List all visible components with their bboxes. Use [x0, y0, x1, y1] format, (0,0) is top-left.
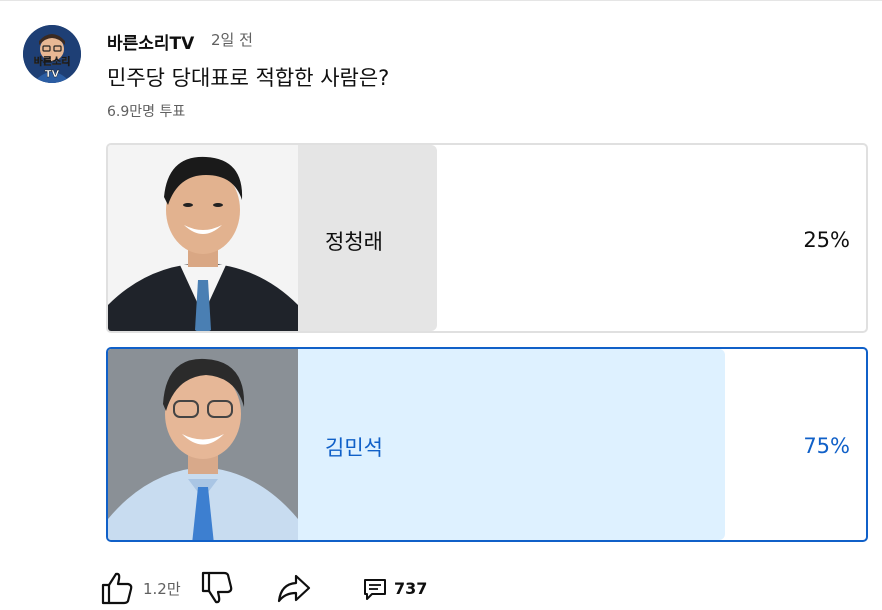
thumbs-down-icon: [201, 571, 233, 604]
option-label-1: 정청래: [325, 230, 383, 254]
channel-avatar[interactable]: 바른소리 TV: [23, 25, 81, 83]
comment-icon: [364, 579, 386, 600]
avatar-illustration: 바른소리 TV: [23, 25, 81, 83]
poll-question: 민주당 당대표로 적합한 사람은?: [107, 66, 390, 90]
option-label-2: 김민석: [325, 436, 383, 460]
comment-count[interactable]: 737: [394, 579, 427, 598]
vote-count: 6.9만명 투표: [107, 104, 186, 120]
thumbs-up-icon: [101, 572, 133, 605]
action-bar: 1.2만 737: [100, 570, 520, 610]
svg-text:바른소리: 바른소리: [34, 55, 71, 68]
poll-option-2[interactable]: 김민석 75%: [106, 347, 868, 542]
like-count: 1.2만: [143, 580, 181, 598]
comments-button[interactable]: [362, 570, 388, 606]
dislike-button[interactable]: [200, 570, 234, 606]
like-button[interactable]: [100, 570, 134, 606]
candidate-photo-2: [108, 349, 298, 540]
top-divider: [0, 0, 882, 1]
post-time[interactable]: 2일 전: [211, 29, 253, 50]
candidate-photo-1: [108, 145, 298, 331]
share-icon: [277, 574, 311, 603]
share-button[interactable]: [276, 570, 312, 606]
option-percent-1: 25%: [803, 228, 850, 252]
channel-name[interactable]: 바른소리TV: [107, 29, 194, 54]
svg-text:TV: TV: [45, 69, 60, 80]
option-percent-2: 75%: [803, 434, 850, 458]
poll-option-1[interactable]: 정청래 25%: [106, 143, 868, 333]
